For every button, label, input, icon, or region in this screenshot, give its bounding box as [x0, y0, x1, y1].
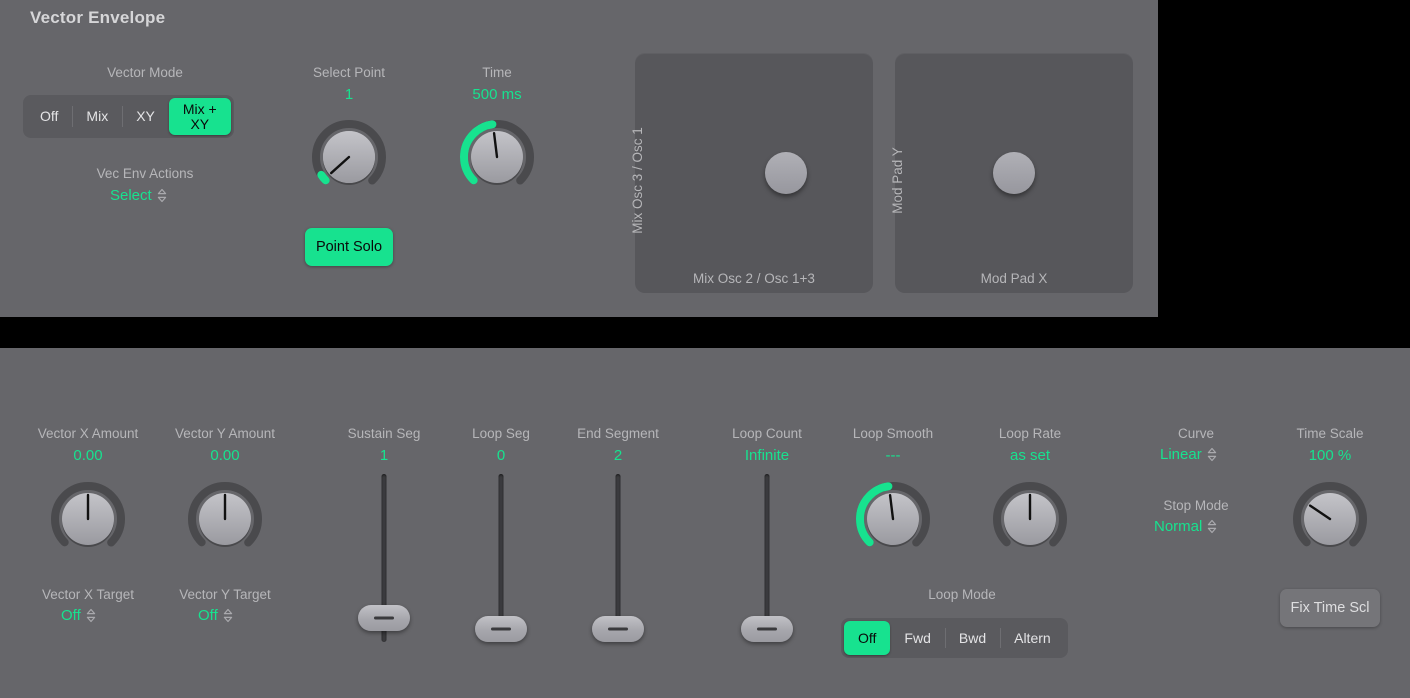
- fix-time-scl-button[interactable]: Fix Time Scl: [1280, 589, 1380, 627]
- curve-popup[interactable]: Linear: [1160, 446, 1217, 463]
- vector-mode-option-xy[interactable]: XY: [122, 98, 169, 135]
- vector-y-target-popup[interactable]: Off: [198, 607, 233, 624]
- vec-env-actions-label: Vec Env Actions: [65, 166, 225, 182]
- vector-mode-option-mix-xy[interactable]: Mix + XY: [169, 98, 231, 135]
- loop-smooth-value: ---: [813, 447, 973, 465]
- loop-rate-knob[interactable]: [990, 479, 1070, 559]
- chevron-updown-icon: [157, 188, 167, 203]
- loop-seg-slider[interactable]: [475, 474, 527, 642]
- mix-xy-pad-y-label: Mix Osc 3 / Osc 1: [630, 127, 645, 234]
- end-segment-value: 2: [538, 447, 698, 465]
- vector-y-amount-value: 0.00: [145, 447, 305, 465]
- loop-mode-option-fwd[interactable]: Fwd: [890, 621, 944, 655]
- sustain-seg-slider[interactable]: [358, 474, 410, 642]
- loop-mode-option-altern[interactable]: Altern: [1000, 621, 1065, 655]
- chevron-updown-icon: [1207, 519, 1217, 534]
- vector-envelope-top-panel: Vector Envelope Vector Mode Off Mix XY M…: [0, 0, 1158, 317]
- vector-x-target-value: Off: [61, 607, 81, 624]
- end-segment-label: End Segment: [538, 426, 698, 442]
- vector-envelope-bottom-panel: Vector X Amount 0.00 Vector X Target Off: [0, 348, 1410, 698]
- point-solo-button[interactable]: Point Solo: [305, 228, 393, 266]
- time-scale-label: Time Scale: [1250, 426, 1410, 442]
- end-segment-slider[interactable]: [592, 474, 644, 642]
- plugin-window: Vector Envelope Vector Mode Off Mix XY M…: [0, 0, 1410, 698]
- time-value: 500 ms: [417, 86, 577, 104]
- loop-mode-segmented-control[interactable]: Off Fwd Bwd Altern: [841, 618, 1068, 658]
- chevron-updown-icon: [86, 608, 96, 623]
- loop-rate-label: Loop Rate: [950, 426, 1110, 442]
- loop-mode-option-bwd[interactable]: Bwd: [945, 621, 1000, 655]
- vector-mode-option-mix[interactable]: Mix: [72, 98, 122, 135]
- vector-y-amount-label: Vector Y Amount: [145, 426, 305, 442]
- loop-count-slider-thumb[interactable]: [741, 616, 793, 642]
- mix-xy-pad-puck[interactable]: [765, 152, 807, 194]
- select-point-value: 1: [269, 86, 429, 104]
- sustain-seg-slider-thumb[interactable]: [358, 605, 410, 631]
- vector-y-amount-knob[interactable]: [185, 479, 265, 559]
- end-segment-slider-thumb[interactable]: [592, 616, 644, 642]
- time-scale-value: 100 %: [1250, 447, 1410, 465]
- vector-x-target-popup[interactable]: Off: [61, 607, 96, 624]
- vector-x-target-label: Vector X Target: [8, 587, 168, 603]
- vector-mode-label: Vector Mode: [65, 65, 225, 81]
- time-scale-knob[interactable]: [1290, 479, 1370, 559]
- chevron-updown-icon: [223, 608, 233, 623]
- mod-xy-pad[interactable]: Mod Pad Y Mod Pad X: [895, 53, 1133, 293]
- mod-xy-pad-x-label: Mod Pad X: [895, 271, 1133, 286]
- vector-x-amount-label: Vector X Amount: [8, 426, 168, 442]
- vector-mode-option-off[interactable]: Off: [26, 98, 72, 135]
- loop-count-slider[interactable]: [741, 474, 793, 642]
- loop-mode-label: Loop Mode: [882, 587, 1042, 603]
- stop-mode-popup[interactable]: Normal: [1154, 518, 1217, 535]
- loop-seg-slider-thumb[interactable]: [475, 616, 527, 642]
- vector-x-amount-value: 0.00: [8, 447, 168, 465]
- page-title: Vector Envelope: [30, 8, 165, 28]
- vec-env-actions-popup[interactable]: Select: [110, 187, 167, 204]
- vector-y-target-value: Off: [198, 607, 218, 624]
- mix-xy-pad[interactable]: Mix Osc 3 / Osc 1 Mix Osc 2 / Osc 1+3: [635, 53, 873, 293]
- loop-smooth-label: Loop Smooth: [813, 426, 973, 442]
- time-knob[interactable]: [457, 117, 537, 197]
- time-label: Time: [417, 65, 577, 81]
- mod-xy-pad-y-label: Mod Pad Y: [890, 147, 905, 214]
- vec-env-actions-value: Select: [110, 187, 152, 204]
- chevron-updown-icon: [1207, 447, 1217, 462]
- loop-rate-value: as set: [950, 447, 1110, 465]
- vector-x-amount-knob[interactable]: [48, 479, 128, 559]
- loop-mode-option-off[interactable]: Off: [844, 621, 890, 655]
- loop-smooth-knob[interactable]: [853, 479, 933, 559]
- select-point-knob[interactable]: [309, 117, 389, 197]
- mix-xy-pad-x-label: Mix Osc 2 / Osc 1+3: [635, 271, 873, 286]
- curve-value: Linear: [1160, 446, 1202, 463]
- vector-y-target-label: Vector Y Target: [145, 587, 305, 603]
- select-point-label: Select Point: [269, 65, 429, 81]
- stop-mode-value: Normal: [1154, 518, 1202, 535]
- vector-mode-segmented-control[interactable]: Off Mix XY Mix + XY: [23, 95, 234, 138]
- mod-xy-pad-puck[interactable]: [993, 152, 1035, 194]
- stop-mode-label: Stop Mode: [1116, 498, 1276, 514]
